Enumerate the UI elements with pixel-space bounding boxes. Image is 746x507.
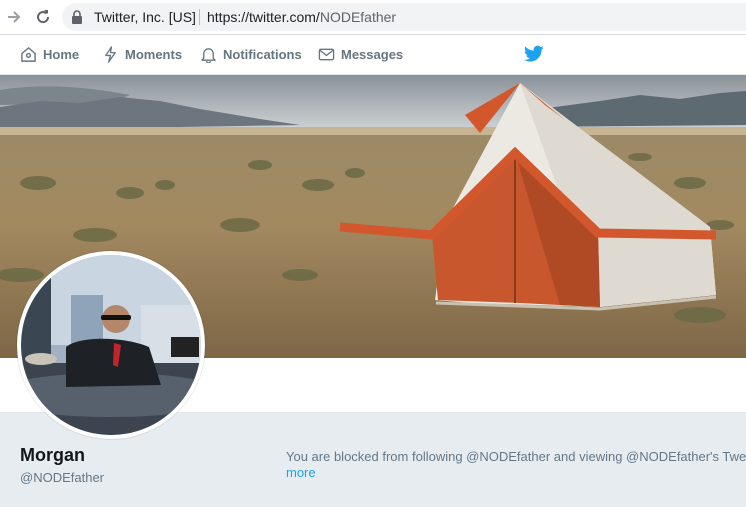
lightning-icon	[105, 46, 116, 63]
nav-messages-label: Messages	[341, 47, 404, 62]
nav-messages[interactable]: Messages	[318, 35, 403, 74]
nav-home-label: Home	[43, 47, 80, 62]
home-icon	[21, 46, 36, 62]
lock-icon	[72, 10, 82, 24]
url-path: NODEfather	[319, 9, 397, 25]
profile-handle: @NODEfather	[20, 470, 104, 485]
url-text[interactable]: https://twitter.com/NODEfather	[207, 9, 396, 25]
profile-name: Morgan	[20, 445, 85, 465]
url-host: https://twitter.com/	[207, 9, 320, 25]
envelope-icon	[318, 48, 335, 61]
reload-icon[interactable]	[33, 7, 53, 27]
blocked-message: You are blocked from following @NODEfath…	[286, 449, 746, 464]
browser-toolbar: Twitter, Inc. [US] https://twitter.com/N…	[0, 0, 746, 35]
nav-moments[interactable]: Moments	[102, 35, 182, 74]
more-link[interactable]: more	[286, 465, 316, 480]
twitter-nav: Home Moments Notifications Messages	[0, 35, 746, 75]
nav-notifications[interactable]: Notifications	[200, 35, 302, 74]
bell-icon	[201, 48, 216, 63]
twitter-bird-icon[interactable]	[524, 45, 544, 63]
nav-home[interactable]: Home	[20, 35, 79, 74]
profile-avatar[interactable]	[17, 251, 205, 439]
forward-arrow-icon[interactable]	[4, 7, 24, 27]
address-separator	[199, 9, 200, 25]
site-identity: Twitter, Inc. [US]	[94, 9, 196, 25]
nav-moments-label: Moments	[125, 47, 183, 62]
address-bar[interactable]: Twitter, Inc. [US] https://twitter.com/N…	[62, 3, 746, 31]
nav-notifications-label: Notifications	[223, 47, 302, 62]
